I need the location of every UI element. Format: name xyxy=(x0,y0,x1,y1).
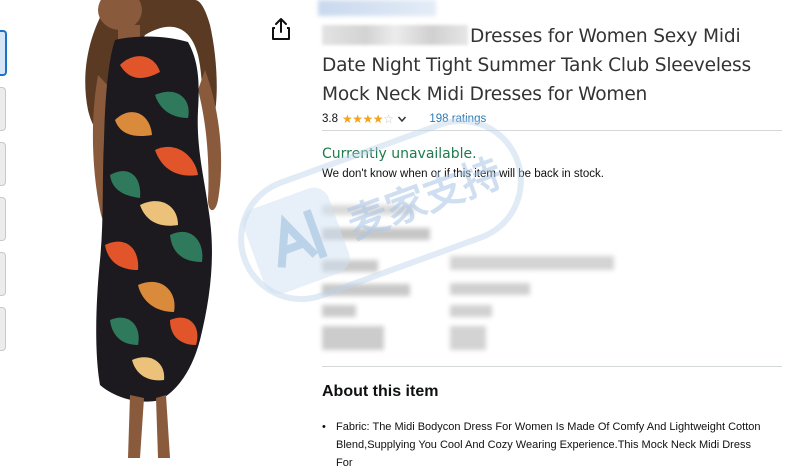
star-rating[interactable]: ★★★★☆ xyxy=(342,112,394,126)
divider xyxy=(322,366,782,367)
redacted-detail-2 xyxy=(322,228,430,240)
availability-status: Currently unavailable. xyxy=(322,146,477,162)
brand-name-redacted xyxy=(322,25,468,45)
redacted-detail-6 xyxy=(450,283,530,295)
bullet-icon: • xyxy=(322,421,326,433)
rating-value: 3.8 xyxy=(322,113,338,125)
star-icon: ★ xyxy=(372,112,384,126)
star-icon: ☆ xyxy=(383,112,394,126)
product-main-image[interactable] xyxy=(60,0,265,458)
redacted-detail-1 xyxy=(322,205,414,215)
redacted-detail-10 xyxy=(450,326,486,350)
star-icon: ★ xyxy=(362,112,374,126)
star-icon: ★ xyxy=(352,112,363,126)
chevron-down-icon[interactable] xyxy=(397,114,407,124)
availability-detail: We don't know when or if this item will … xyxy=(322,168,604,180)
thumbnail-6[interactable] xyxy=(0,307,6,351)
thumbnail-4[interactable] xyxy=(0,197,6,241)
redacted-detail-4 xyxy=(450,256,614,270)
thumbnail-5[interactable] xyxy=(0,252,6,296)
redacted-detail-3 xyxy=(322,260,378,272)
thumbnail-strip xyxy=(0,30,7,362)
thumbnail-2[interactable] xyxy=(0,87,6,131)
redacted-detail-5 xyxy=(322,284,410,296)
ratings-count-link[interactable]: 198 ratings xyxy=(429,113,486,125)
rating-row: 3.8 ★★★★☆ 198 ratings xyxy=(322,111,486,127)
product-title: Dresses for Women Sexy Midi Date Night T… xyxy=(322,22,782,109)
thumbnail-3[interactable] xyxy=(0,142,6,186)
redacted-detail-8 xyxy=(450,305,492,317)
brand-link-redacted[interactable] xyxy=(318,0,436,16)
star-icon: ★ xyxy=(342,112,353,126)
share-icon[interactable] xyxy=(270,17,292,41)
about-bullets: • Fabric: The Midi Bodycon Dress For Wom… xyxy=(322,418,762,472)
thumbnail-1[interactable] xyxy=(0,30,7,76)
about-bullet: • Fabric: The Midi Bodycon Dress For Wom… xyxy=(322,418,762,472)
redacted-detail-9 xyxy=(322,326,384,350)
about-heading: About this item xyxy=(322,383,439,400)
about-bullet-text: Fabric: The Midi Bodycon Dress For Women… xyxy=(336,421,761,469)
divider xyxy=(322,130,782,131)
redacted-detail-7 xyxy=(322,305,356,317)
